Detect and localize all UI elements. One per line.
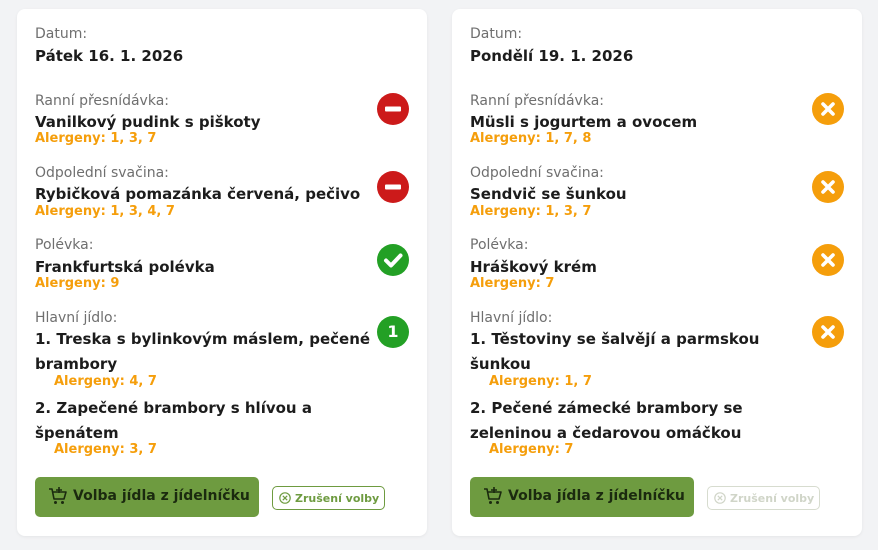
minus-icon[interactable]: [377, 93, 409, 125]
minus-icon[interactable]: [377, 171, 409, 203]
main-option-2-allergens: Alergeny: 3, 7: [54, 442, 157, 457]
afternoon-snack-allergens: Alergeny: 1, 3, 4, 7: [35, 204, 175, 219]
main-option-2-line1: 2. Zapečené brambory s hlívou a: [35, 399, 312, 417]
afternoon-snack-label: Odpolední svačina:: [35, 165, 169, 181]
menu-day-card: Datum: Pátek 16. 1. 2026 Ranní přesnídáv…: [17, 9, 427, 536]
soup-food: Frankfurtská polévka: [35, 258, 215, 276]
main-option-2-line2: zeleninou a čedarovou omáčkou: [470, 424, 742, 442]
x-icon[interactable]: [812, 171, 844, 203]
soup-label: Polévka:: [470, 237, 529, 253]
main-option-2-line1: 2. Pečené zámecké brambory se: [470, 399, 743, 417]
cart-add-icon: [48, 486, 68, 510]
cancel-selection-button[interactable]: Zrušení volby: [272, 486, 385, 510]
morning-snack-allergens: Alergeny: 1, 7, 8: [470, 131, 592, 146]
cancel-selection-button[interactable]: Zrušení volby: [707, 486, 820, 510]
select-meal-label: Volba jídla z jídelníčku: [508, 488, 685, 504]
main-option-1-line2: brambory: [35, 355, 118, 373]
afternoon-snack-food: Sendvič se šunkou: [470, 185, 627, 203]
x-icon[interactable]: [812, 244, 844, 276]
morning-snack-allergens: Alergeny: 1, 3, 7: [35, 131, 157, 146]
date-label: Datum:: [470, 26, 523, 42]
main-option-1-line1: 1. Těstoviny se šalvějí a parmskou: [470, 330, 760, 348]
cancel-selection-label: Zrušení volby: [295, 492, 380, 505]
main-option-1-line1: 1. Treska s bylinkovým máslem, pečené: [35, 330, 371, 348]
menu-day-card: Datum: Pondělí 19. 1. 2026 Ranní přesníd…: [452, 9, 862, 536]
x-icon[interactable]: [812, 316, 844, 348]
cart-add-icon: [483, 486, 503, 510]
selected-number: 1: [387, 322, 399, 341]
morning-snack-label: Ranní přesnídávka:: [35, 93, 169, 109]
select-meal-label: Volba jídla z jídelníčku: [73, 488, 250, 504]
soup-allergens: Alergeny: 9: [35, 276, 120, 291]
soup-label: Polévka:: [35, 237, 94, 253]
morning-snack-label: Ranní přesnídávka:: [470, 93, 604, 109]
morning-snack-food: Vanilkový pudink s piškoty: [35, 113, 261, 131]
soup-food: Hráškový krém: [470, 258, 597, 276]
soup-allergens: Alergeny: 7: [470, 276, 555, 291]
x-circle-icon: [279, 492, 291, 507]
check-icon[interactable]: [377, 244, 409, 276]
date-label: Datum:: [35, 26, 88, 42]
main-option-2-line2: špenátem: [35, 424, 119, 442]
cancel-selection-label: Zrušení volby: [730, 492, 815, 505]
date-value: Pondělí 19. 1. 2026: [470, 47, 634, 65]
x-circle-icon: [714, 492, 726, 507]
x-icon[interactable]: [812, 93, 844, 125]
main-option-1-line2: šunkou: [470, 355, 531, 373]
afternoon-snack-label: Odpolední svačina:: [470, 165, 604, 181]
date-value: Pátek 16. 1. 2026: [35, 47, 184, 65]
select-meal-button[interactable]: Volba jídla z jídelníčku: [35, 477, 259, 517]
afternoon-snack-allergens: Alergeny: 1, 3, 7: [470, 204, 592, 219]
main-option-2-allergens: Alergeny: 7: [489, 442, 574, 457]
selected-number-icon[interactable]: 1: [377, 316, 409, 348]
morning-snack-food: Müsli s jogurtem a ovocem: [470, 113, 698, 131]
main-option-1-allergens: Alergeny: 4, 7: [54, 374, 157, 389]
main-dish-label: Hlavní jídlo:: [35, 310, 118, 326]
main-option-1-allergens: Alergeny: 1, 7: [489, 374, 592, 389]
select-meal-button[interactable]: Volba jídla z jídelníčku: [470, 477, 694, 517]
main-dish-label: Hlavní jídlo:: [470, 310, 553, 326]
afternoon-snack-food: Rybičková pomazánka červená, pečivo: [35, 185, 361, 203]
